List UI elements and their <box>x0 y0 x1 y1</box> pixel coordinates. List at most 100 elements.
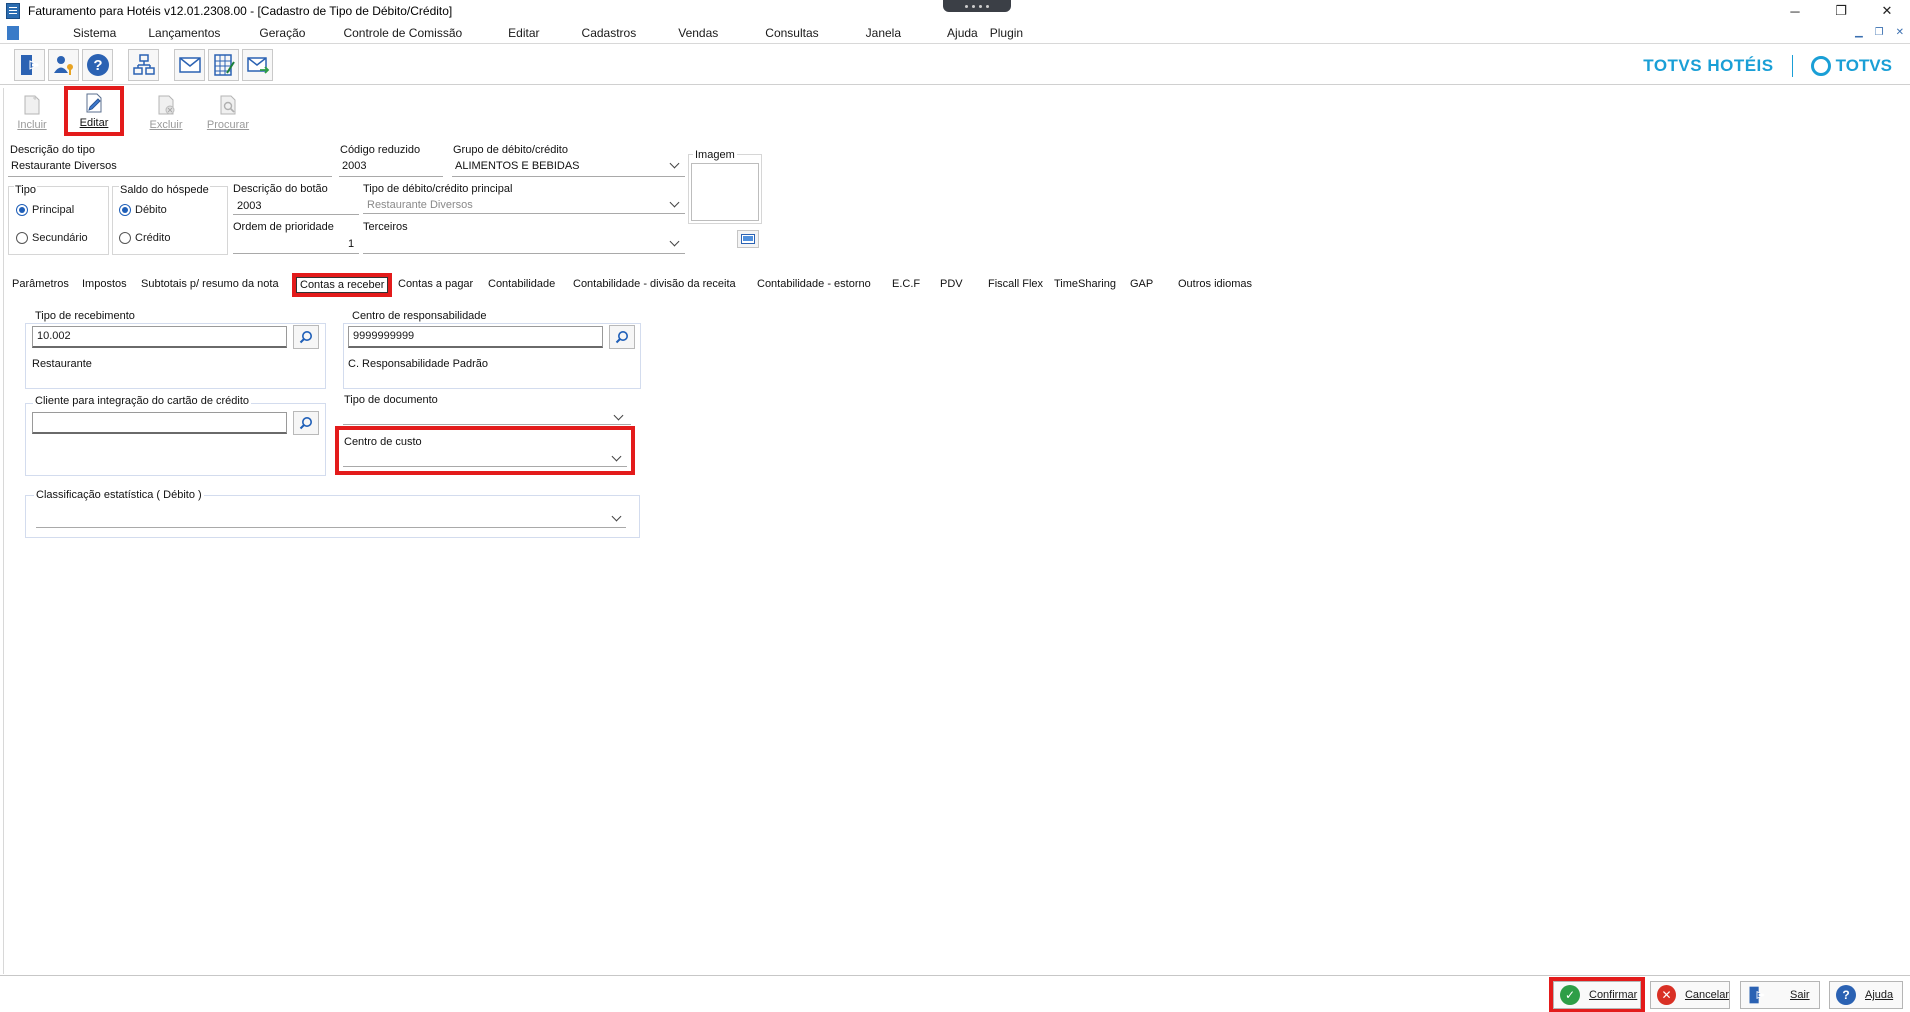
codigo-reduzido-field[interactable]: 2003 <box>342 160 366 172</box>
confirmar-button[interactable]: ✓ Confirmar <box>1549 977 1645 1012</box>
editar-button[interactable]: Editar <box>64 86 124 136</box>
menu-geracao[interactable]: Geração <box>249 26 315 40</box>
chevron-down-icon[interactable] <box>669 197 680 208</box>
descricao-botao-label: Descrição do botão <box>233 183 328 195</box>
tipo-documento-label: Tipo de documento <box>344 394 438 406</box>
tipo-label: Tipo <box>14 184 37 196</box>
app-icon <box>6 3 20 19</box>
incluir-button[interactable]: Incluir <box>4 88 60 134</box>
tab-parametros[interactable]: Parâmetros <box>12 278 69 290</box>
tipo-principal-select[interactable]: Restaurante Diversos <box>367 199 473 211</box>
saldo-hospede-group <box>112 186 228 255</box>
terceiros-label: Terceiros <box>363 221 408 233</box>
product-name: TOTVS HOTÉIS <box>1643 56 1774 75</box>
minimize-button[interactable]: ─ <box>1772 0 1818 22</box>
send-mail-button[interactable] <box>242 48 273 81</box>
menu-plugin[interactable]: Plugin <box>980 26 1033 40</box>
chevron-down-icon[interactable] <box>669 236 680 247</box>
chevron-down-icon[interactable] <box>611 451 622 462</box>
centro-responsabilidade-description: C. Responsabilidade Padrão <box>348 358 489 370</box>
restore-button[interactable]: ❐ <box>1818 0 1864 22</box>
calculator-button[interactable] <box>208 48 239 81</box>
check-icon: ✓ <box>1560 985 1580 1005</box>
ordem-prioridade-field[interactable]: 1 <box>348 238 354 250</box>
snap-handle[interactable] <box>943 0 1011 12</box>
centro-custo-field[interactable]: Centro de custo <box>335 426 635 475</box>
tipo-recebimento-search-button[interactable] <box>293 325 319 349</box>
left-edge <box>0 88 4 974</box>
mdi-restore-button[interactable]: ❐ <box>1875 27 1884 38</box>
window-title: Faturamento para Hotéis v12.01.2308.00 -… <box>28 4 453 18</box>
chevron-down-icon[interactable] <box>613 410 624 421</box>
cliente-cartao-search-button[interactable] <box>293 411 319 435</box>
mdi-close-button[interactable]: ✕ <box>1896 27 1904 38</box>
tab-contabilidade-divisao[interactable]: Contabilidade - divisão da receita <box>573 278 736 290</box>
user-access-button[interactable] <box>48 48 79 81</box>
sair-button[interactable]: Sair <box>1740 981 1820 1009</box>
saldo-credito-radio[interactable]: Crédito <box>119 232 170 244</box>
tipo-secundario-radio[interactable]: Secundário <box>16 232 88 244</box>
document-icon[interactable] <box>7 25 19 40</box>
descricao-botao-field[interactable]: 2003 <box>237 200 261 212</box>
delete-document-icon <box>158 95 175 115</box>
totvs-logo-icon <box>1810 56 1831 76</box>
cliente-cartao-input[interactable] <box>32 412 287 434</box>
structure-button[interactable] <box>128 48 159 81</box>
tab-outros-idiomas[interactable]: Outros idiomas <box>1178 278 1252 290</box>
exit-icon <box>20 54 39 75</box>
record-actions: Incluir Editar Excluir Procurar <box>0 86 258 136</box>
tab-contabilidade[interactable]: Contabilidade <box>488 278 555 290</box>
search-icon <box>299 417 312 430</box>
tab-fiscall-flex[interactable]: Fiscall Flex <box>988 278 1043 290</box>
image-picker-button[interactable] <box>737 230 759 248</box>
mail-button[interactable] <box>174 48 205 81</box>
exit-button[interactable] <box>14 48 45 81</box>
tab-ecf[interactable]: E.C.F <box>892 278 920 290</box>
svg-text:?: ? <box>93 57 102 74</box>
excluir-button[interactable]: Excluir <box>138 88 194 134</box>
edit-document-icon <box>86 93 102 113</box>
tab-impostos[interactable]: Impostos <box>82 278 127 290</box>
menu-sistema[interactable]: Sistema <box>63 26 126 40</box>
user-key-icon <box>53 55 73 75</box>
descricao-tipo-field[interactable]: Restaurante Diversos <box>11 160 117 172</box>
menu-cadastros[interactable]: Cadastros <box>572 26 647 40</box>
close-button[interactable]: ✕ <box>1864 0 1910 22</box>
centro-custo-label: Centro de custo <box>344 436 422 448</box>
tipo-recebimento-description: Restaurante <box>32 358 92 370</box>
tab-gap[interactable]: GAP <box>1130 278 1153 290</box>
grupo-debito-credito-select[interactable]: ALIMENTOS E BEBIDAS <box>455 160 580 172</box>
menu-janela[interactable]: Janela <box>856 26 911 40</box>
mdi-minimize-button[interactable]: ▁ <box>1855 27 1863 38</box>
tipo-principal-radio[interactable]: Principal <box>16 204 74 216</box>
tipo-recebimento-input[interactable]: 10.002 <box>32 326 287 348</box>
menu-vendas[interactable]: Vendas <box>668 26 728 40</box>
search-document-icon <box>220 95 236 115</box>
tipo-recebimento-label: Tipo de recebimento <box>33 310 137 322</box>
centro-responsabilidade-input[interactable]: 9999999999 <box>348 326 603 348</box>
chevron-down-icon[interactable] <box>669 158 680 169</box>
search-icon <box>615 331 628 344</box>
help-button[interactable]: ? <box>82 48 113 81</box>
saldo-debito-radio[interactable]: Débito <box>119 204 167 216</box>
menu-editar[interactable]: Editar <box>498 26 549 40</box>
tab-timesharing[interactable]: TimeSharing <box>1054 278 1116 290</box>
cancelar-button[interactable]: ✕ Cancelar <box>1650 981 1730 1009</box>
procurar-button[interactable]: Procurar <box>198 88 258 134</box>
cliente-cartao-label: Cliente para integração do cartão de cré… <box>33 395 252 407</box>
tab-contabilidade-estorno[interactable]: Contabilidade - estorno <box>757 278 871 290</box>
calculator-icon <box>213 53 235 76</box>
menu-consultas[interactable]: Consultas <box>755 26 828 40</box>
image-preview <box>691 163 759 221</box>
exit-icon <box>1747 985 1767 1005</box>
menu-lancamentos[interactable]: Lançamentos <box>138 26 230 40</box>
tab-subtotais[interactable]: Subtotais p/ resumo da nota <box>141 278 279 290</box>
centro-responsabilidade-search-button[interactable] <box>609 325 635 349</box>
descricao-tipo-label: Descrição do tipo <box>10 144 95 156</box>
tab-pdv[interactable]: PDV <box>940 278 963 290</box>
tab-contas-a-receber[interactable]: Contas a receber <box>291 273 393 297</box>
grupo-debito-credito-label: Grupo de débito/crédito <box>453 144 568 156</box>
tab-contas-a-pagar[interactable]: Contas a pagar <box>398 278 473 290</box>
menu-controle-comissao[interactable]: Controle de Comissão <box>333 26 472 40</box>
ajuda-button[interactable]: ? Ajuda <box>1829 981 1903 1009</box>
